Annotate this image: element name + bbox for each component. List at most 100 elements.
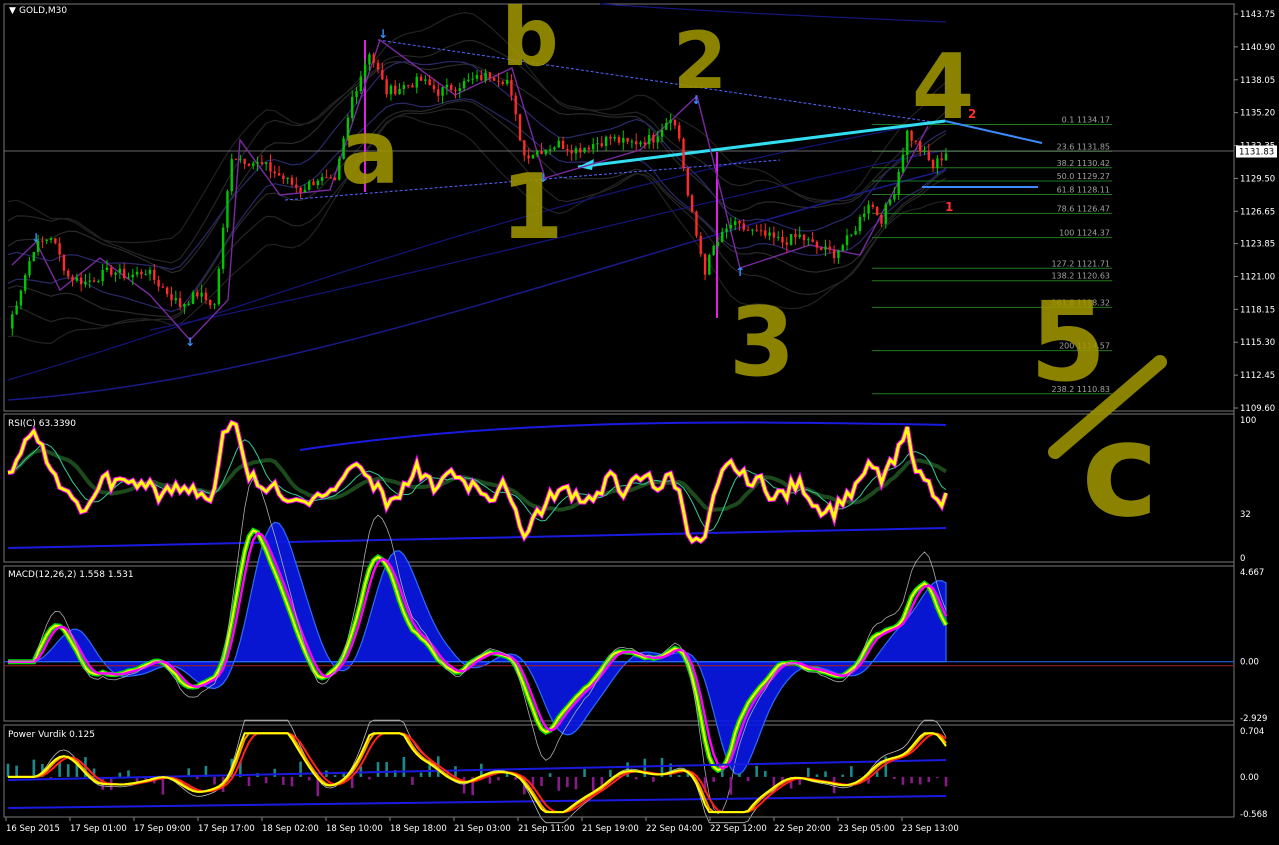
fib-level-label: 127.2 1121.71: [1051, 259, 1110, 268]
candle-body: [80, 278, 82, 285]
candle-body: [540, 151, 542, 154]
candle-body: [317, 181, 319, 185]
candle-body: [489, 73, 491, 78]
candle-body: [252, 163, 254, 165]
candle-body: [308, 182, 310, 190]
cyan-trendline: [578, 121, 945, 167]
candle-body: [932, 160, 934, 168]
candle-body: [781, 237, 783, 242]
power-histogram-bar: [411, 777, 414, 785]
power-histogram-bar: [213, 777, 216, 785]
down-triangle-icon[interactable]: ▼: [9, 6, 16, 16]
power-histogram-bar: [747, 777, 750, 781]
candle-body: [416, 77, 418, 88]
power-histogram-bar: [7, 764, 10, 777]
candle-body: [648, 135, 650, 144]
power-title: Power Vurdik 0.125: [8, 730, 95, 740]
candle-body: [631, 141, 633, 142]
candle-body: [570, 150, 572, 153]
candle-body: [609, 137, 611, 139]
candle-body: [394, 86, 396, 94]
candle-body: [132, 275, 134, 278]
fractal-arrow-icon: ↓: [378, 27, 388, 41]
candle-body: [588, 148, 590, 150]
candle-body: [411, 85, 413, 87]
candle-body: [274, 172, 276, 174]
candle-body: [738, 221, 740, 223]
candle-body: [519, 114, 521, 140]
candle-body: [114, 273, 116, 275]
candle-body: [407, 85, 409, 86]
candle-body: [28, 261, 30, 275]
candle-body: [480, 75, 482, 80]
candle-body: [192, 292, 194, 304]
candle-body: [708, 255, 710, 275]
candle-body: [807, 239, 809, 240]
candle-body: [562, 141, 564, 149]
power-histogram-bar: [33, 760, 36, 777]
candle-body: [471, 79, 473, 80]
power-histogram-bar: [902, 777, 905, 785]
band-line: [8, 62, 946, 273]
candle-body: [867, 205, 869, 214]
power-histogram-bar: [936, 777, 939, 778]
candle-body: [515, 96, 517, 115]
candle-body: [906, 131, 908, 155]
candle-body: [773, 232, 775, 237]
candle-body: [652, 135, 654, 142]
candle-body: [153, 270, 155, 280]
candle-body: [661, 130, 663, 137]
power-histogram-bar: [738, 773, 741, 777]
candle-body: [747, 230, 749, 231]
power-histogram-bar: [127, 770, 130, 777]
price-tick-label: 1121.00: [1240, 272, 1275, 282]
candle-body: [106, 268, 108, 270]
band-line: [8, 116, 946, 344]
candle-body: [553, 147, 555, 149]
power-histogram-bar: [764, 771, 767, 777]
power-histogram-bar: [910, 777, 913, 783]
rsi-indicator: [8, 423, 946, 548]
candle-body: [235, 159, 237, 160]
candle-body: [717, 242, 719, 246]
candle-body: [691, 195, 693, 211]
candle-body: [704, 254, 706, 274]
power-histogram-bar: [265, 777, 268, 783]
candle-body: [157, 280, 159, 287]
macd-indicator: [4, 478, 1234, 814]
candle-body: [24, 275, 26, 291]
indicator-tick-label: 0.704: [1240, 727, 1264, 737]
macd-signal-line: [8, 533, 946, 768]
time-tick-label: 18 Sep 10:00: [326, 824, 383, 834]
candle-body: [760, 230, 762, 231]
power-histogram-bar: [583, 769, 586, 777]
candle-body: [175, 298, 177, 300]
candle-body: [355, 91, 357, 97]
power-histogram-bar: [497, 777, 500, 780]
candle-body: [811, 239, 813, 242]
rsi-upper-band: [300, 423, 946, 450]
candle-body: [618, 137, 620, 143]
candle-body: [196, 292, 198, 296]
candle-body: [833, 250, 835, 258]
candle-body: [665, 123, 667, 130]
candle-body: [837, 250, 839, 258]
handwritten-label: 3: [729, 288, 795, 398]
trading-chart[interactable]: 0.1 1134.1723.6 1131.8538.2 1130.4250.0 …: [0, 0, 1279, 841]
power-histogram-bar: [609, 770, 612, 777]
candle-body: [790, 234, 792, 245]
power-histogram-bar: [712, 777, 715, 782]
candle-body: [695, 212, 697, 236]
current-price-label: 1131.83: [1239, 148, 1274, 158]
candle-body: [644, 142, 646, 144]
candle-body: [67, 271, 69, 277]
fib-level-label: 0.1 1134.17: [1062, 116, 1110, 125]
candle-body: [678, 125, 680, 138]
power-histogram-bar: [566, 777, 569, 787]
power-histogram-bar: [816, 774, 819, 777]
time-tick-label: 21 Sep 11:00: [518, 824, 575, 834]
candle-body: [923, 151, 925, 152]
candle-body: [764, 230, 766, 235]
power-histogram-bar: [273, 769, 276, 777]
indicator-tick-label: -2.929: [1240, 714, 1267, 724]
